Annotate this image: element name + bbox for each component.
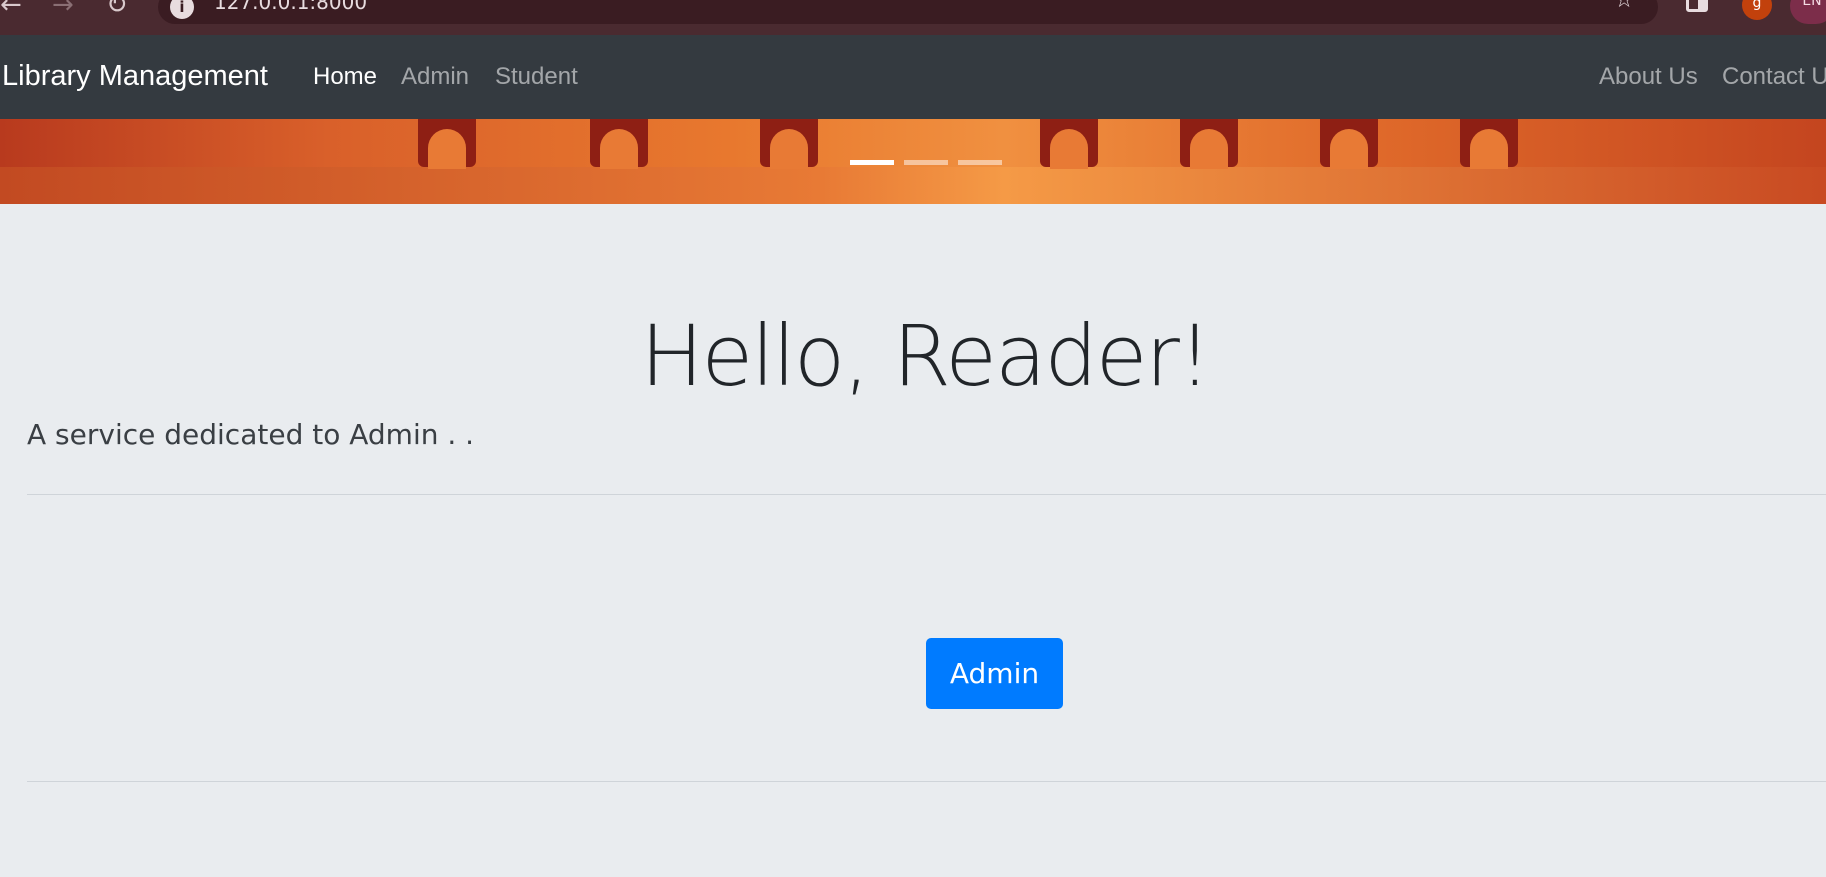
side-panel-icon[interactable] (1686, 0, 1708, 12)
navbar-brand[interactable]: Library Management (2, 60, 268, 92)
carousel-image-chair (1320, 119, 1378, 169)
site-navbar: Library Management Home Admin Student Ab… (0, 35, 1826, 119)
carousel-indicator-1[interactable] (850, 160, 894, 165)
carousel-image-chair (1040, 119, 1098, 169)
carousel-image-chair (1460, 119, 1518, 169)
nav-link-admin[interactable]: Admin (401, 63, 469, 91)
divider (27, 781, 1826, 782)
lead-text: A service dedicated to Admin . . (27, 418, 475, 451)
nav-link-contact-us[interactable]: Contact Us (1722, 63, 1826, 91)
hero-carousel (0, 119, 1826, 204)
carousel-image-chair (760, 119, 818, 169)
address-url[interactable]: 127.0.0.1:8000 (214, 0, 367, 12)
nav-link-about-us[interactable]: About Us (1599, 63, 1698, 91)
nav-link-student[interactable]: Student (495, 63, 578, 91)
address-bar[interactable]: i 127.0.0.1:8000 ☆ (158, 0, 1658, 24)
profile-avatar[interactable]: EN (1790, 0, 1826, 24)
site-info-icon[interactable]: i (170, 0, 194, 19)
carousel-image-chair (1180, 119, 1238, 169)
admin-button[interactable]: Admin (926, 638, 1063, 709)
divider (27, 494, 1826, 495)
nav-link-home[interactable]: Home (313, 63, 377, 91)
jumbotron: Hello, Reader! A service dedicated to Ad… (0, 204, 1826, 877)
browser-toolbar: ← → ↻ i 127.0.0.1:8000 ☆ g EN (0, 0, 1826, 35)
forward-icon[interactable]: → (52, 0, 74, 18)
carousel-indicators (850, 160, 1002, 165)
reload-icon[interactable]: ↻ (106, 0, 128, 18)
extension-badge[interactable]: g (1742, 0, 1772, 20)
page-heading: Hello, Reader! (640, 307, 1211, 405)
bookmark-star-icon[interactable]: ☆ (1614, 0, 1634, 12)
carousel-indicator-2[interactable] (904, 160, 948, 165)
carousel-image-chair (590, 119, 648, 169)
carousel-indicator-3[interactable] (958, 160, 1002, 165)
back-icon[interactable]: ← (0, 0, 22, 18)
carousel-image-floor (0, 167, 1826, 204)
carousel-image-chair (418, 119, 476, 169)
